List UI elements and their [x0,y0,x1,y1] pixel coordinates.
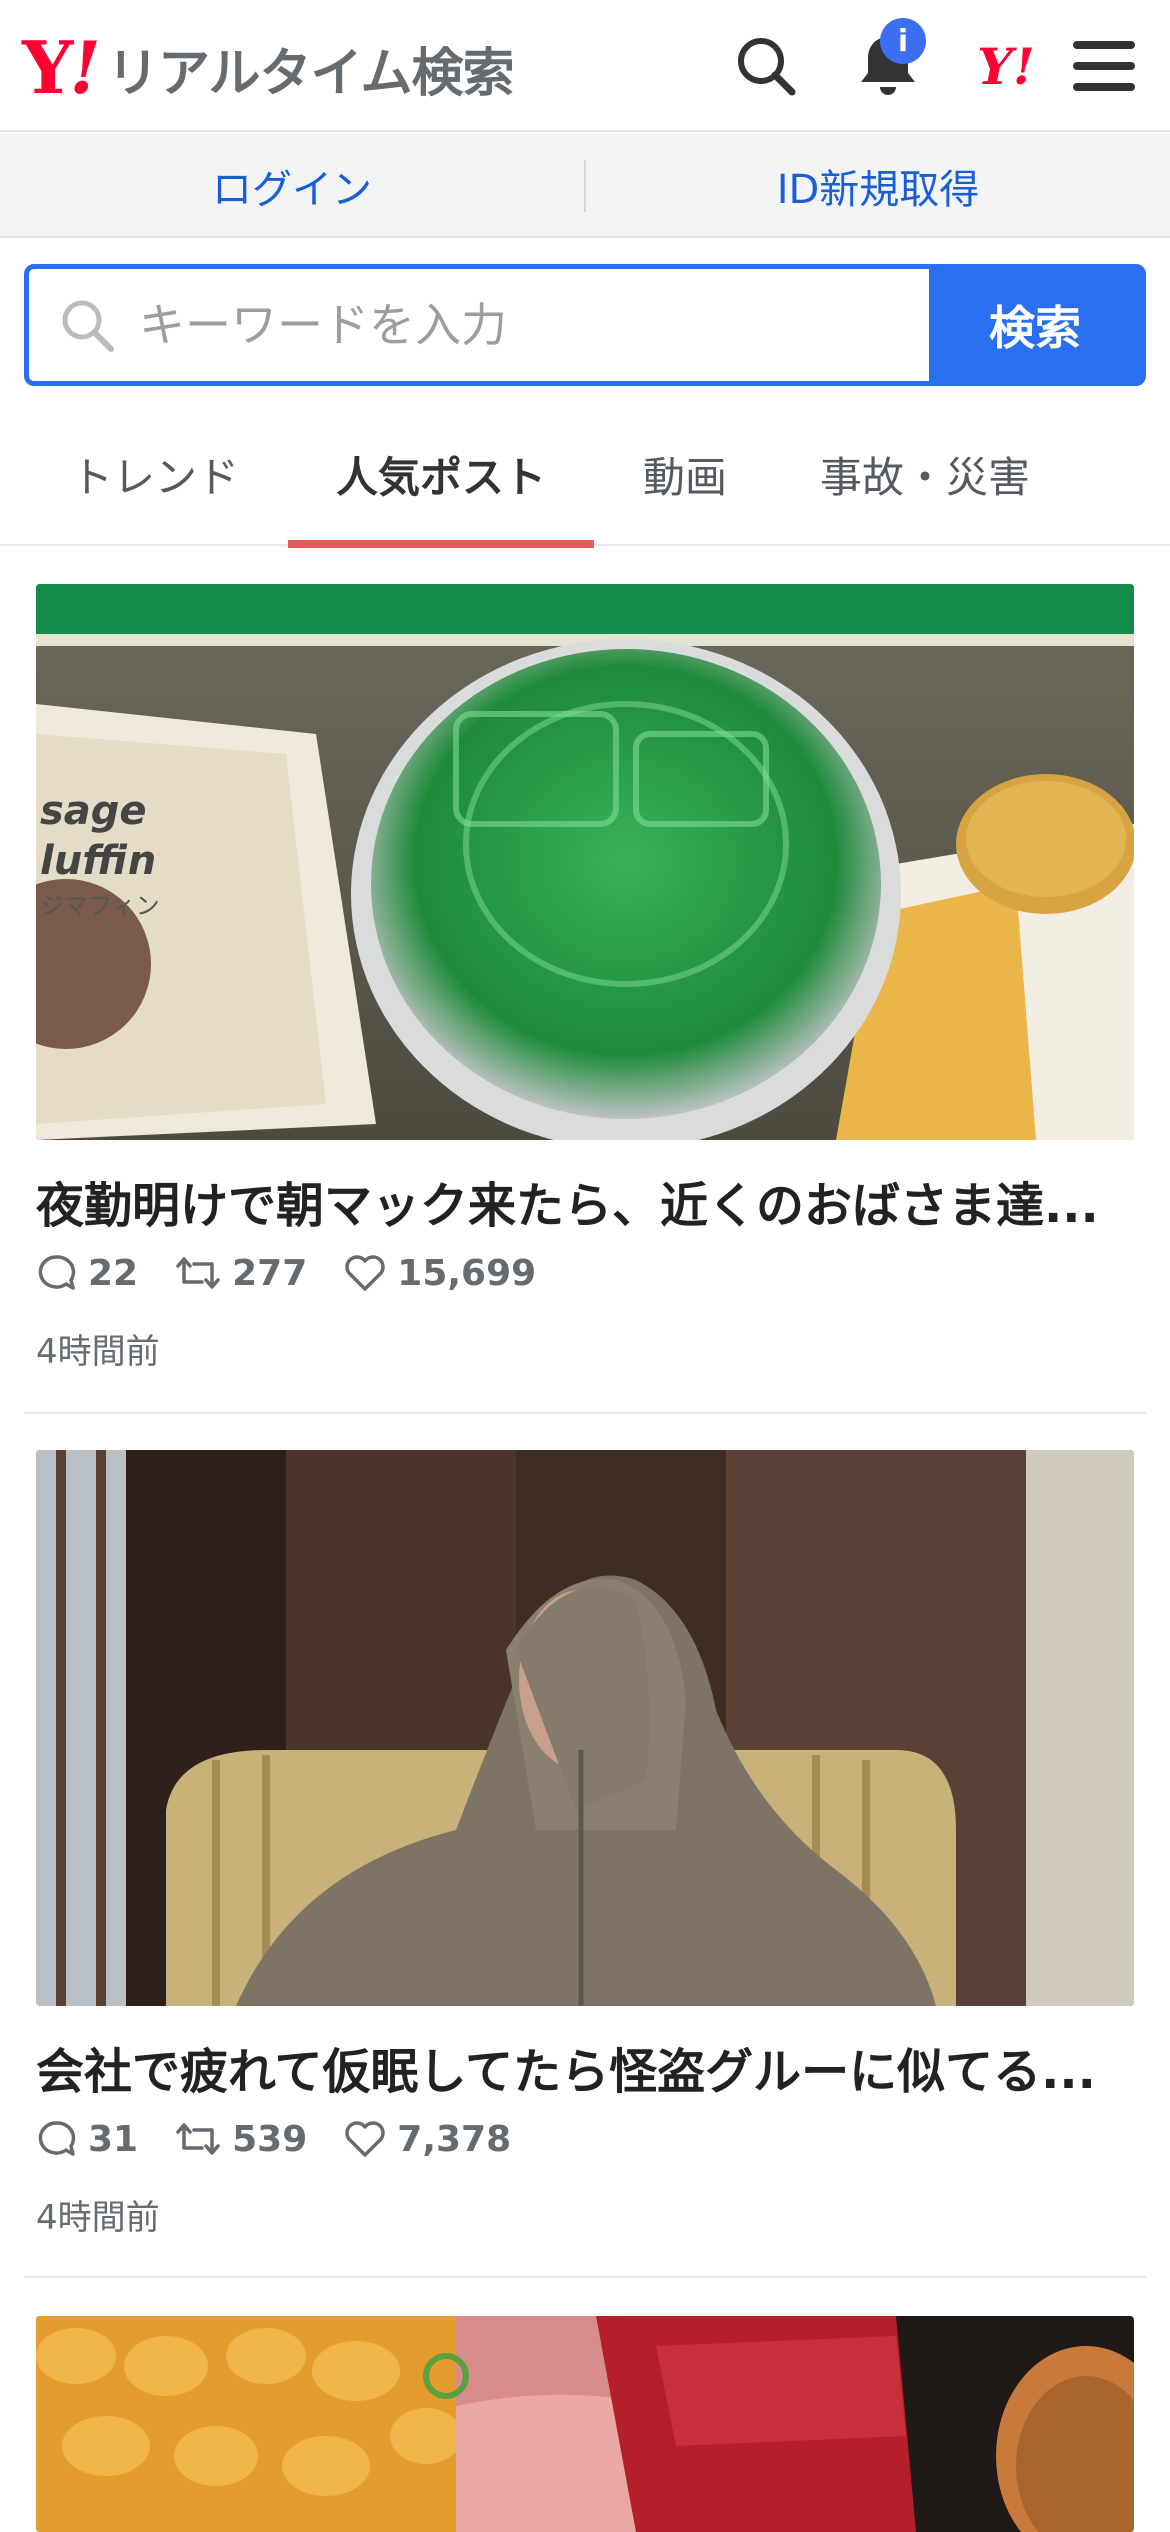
reply-icon [38,2121,76,2156]
search-input[interactable] [139,269,949,381]
post-stats: 22 277 15,699 [36,1248,572,1298]
reply-stat[interactable]: 31 [36,2118,138,2160]
post-divider [24,2276,1146,2278]
reply-stat[interactable]: 22 [36,1252,138,1294]
reply-count: 22 [88,1252,139,1294]
like-count: 15,699 [397,1252,537,1294]
logo-exclaim: ! [69,25,102,110]
post-card[interactable] [36,2316,1134,2532]
post-card[interactable]: 会社で疲れて仮眠してたら怪盗グルーに似てる... 31 539 7,378 4時… [36,1450,1134,2238]
tab-videos[interactable]: 動画 [610,404,760,544]
post-time: 4時間前 [36,2198,160,2238]
repost-icon [176,2123,220,2155]
image-text-1: sage [40,788,147,834]
signup-link[interactable]: ID新規取得 [586,134,1170,238]
yahoo-mini-logo: Y! [977,36,1035,96]
post-title[interactable]: 夜勤明けで朝マック来たら、近くのおばさま達... [36,1166,1134,1236]
search-field-icon [62,300,114,352]
repost-stat[interactable]: 277 [174,1252,307,1294]
like-stat[interactable]: 15,699 [343,1253,536,1294]
search-box: 検索 [24,264,1146,386]
post-time: 4時間前 [36,1332,160,1372]
repost-icon [176,1257,220,1289]
logo-text: リアルタイム検索 [107,43,514,104]
like-stat[interactable]: 7,378 [343,2119,511,2160]
tab-popular-posts[interactable]: 人気ポスト [288,404,594,548]
login-link[interactable]: ログイン [0,134,584,238]
logo-mark: Y [22,25,73,110]
post-stats: 31 539 7,378 [36,2114,547,2164]
tab-trend[interactable]: トレンド [40,404,270,544]
reply-count: 31 [88,2118,139,2160]
app-header: Y ! リアルタイム検索 i Y! [0,0,1170,132]
notification-badge: i [880,18,926,64]
image-text-2: luffin [40,838,156,884]
category-tabs: トレンド 人気ポスト 動画 事故・災害 [0,404,1170,548]
like-count: 7,378 [397,2118,512,2160]
repost-count: 277 [232,1252,308,1294]
post-image[interactable]: sage luffin ジマフィン [36,584,1134,1140]
yahoo-realtime-logo[interactable]: Y ! リアルタイム検索 [22,25,514,110]
bell-icon[interactable]: i [846,18,930,108]
reply-icon [38,1255,76,1290]
image-text-3: ジマフィン [40,892,160,920]
search-icon[interactable] [724,24,808,108]
heart-icon [345,1255,385,1291]
post-divider [24,1412,1146,1414]
tab-accidents-disasters[interactable]: 事故・災害 [790,404,1060,544]
repost-count: 539 [232,2118,308,2160]
login-bar: ログイン ID新規取得 [0,134,1170,238]
post-title[interactable]: 会社で疲れて仮眠してたら怪盗グルーに似てる... [36,2032,1134,2102]
post-image[interactable] [36,2316,1134,2532]
post-image[interactable] [36,1450,1134,2006]
heart-icon [345,2121,385,2157]
repost-stat[interactable]: 539 [174,2118,307,2160]
search-button[interactable]: 検索 [929,269,1141,381]
menu-icon[interactable] [1062,24,1146,108]
post-card[interactable]: sage luffin ジマフィン 夜勤明けで朝マック来たら、近くのおばさま達.… [36,584,1134,1372]
yahoo-top-link[interactable]: Y! [964,24,1048,108]
